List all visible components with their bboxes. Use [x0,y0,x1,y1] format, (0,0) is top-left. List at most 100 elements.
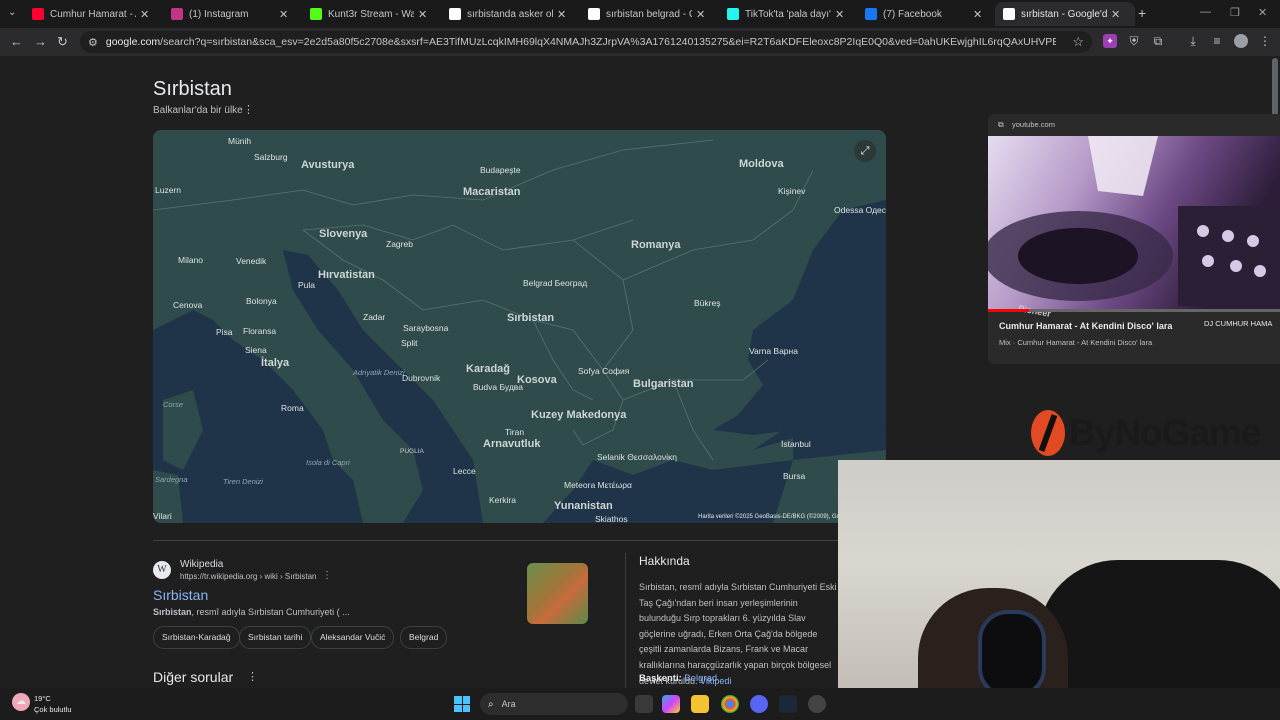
tab-close-icon[interactable]: ✕ [418,8,427,21]
map-place-label[interactable]: Odessa Одеса [834,205,886,215]
map-place-label[interactable]: Saraybosna [403,323,448,333]
bookmark-star-icon[interactable]: ☆ [1072,34,1084,50]
map-place-label[interactable]: İstanbul [781,439,811,449]
map-country-label[interactable]: Yunanistan [554,500,613,512]
map-place-label[interactable]: Luzern [155,185,181,195]
map-country-label[interactable]: Moldova [739,158,784,170]
weather-temperature[interactable]: 19°C [34,694,51,703]
tab-close-icon[interactable]: ✕ [973,8,982,21]
more-options-icon[interactable]: ⋮ [243,103,254,116]
address-bar[interactable]: ⚙ google.com/search?q=sırbistan&sca_esv=… [80,31,1092,53]
map-place-label[interactable]: Milano [178,255,203,265]
forward-icon[interactable]: → [34,34,47,49]
map-place-label[interactable]: Skiathos [595,514,628,523]
download-icon[interactable]: ⤓ [1186,34,1200,48]
tab-close-icon[interactable]: ✕ [1111,8,1120,21]
map-place-label[interactable]: Split [401,338,418,348]
map-place-label[interactable]: Sofya София [578,366,629,376]
wiki-site-name[interactable]: Wikipedia [180,559,223,570]
reload-icon[interactable]: ↻ [57,34,68,50]
tab-close-icon[interactable]: ✕ [835,8,844,21]
map-place-label[interactable]: Pisa [216,327,233,337]
map-place-label[interactable]: Corse [163,400,183,409]
map-panel[interactable]: Avusturya Macaristan Moldova Slovenya Hırvat… [153,130,886,523]
map-place-label[interactable]: Varna Варна [749,346,798,356]
map-country-label[interactable]: Avusturya [301,159,354,171]
map-country-label[interactable]: Arnavutluk [483,438,540,450]
tab[interactable]: sırbistan belgrad - Google ✕ [580,2,720,26]
shield-icon[interactable]: ⛨ [1127,34,1141,48]
obs-icon[interactable] [808,695,826,713]
map-country-label[interactable]: Macaristan [463,186,520,198]
people-also-more-icon[interactable]: ⋮ [247,670,258,683]
map-place-label[interactable]: Bursa [783,471,805,481]
map-place-label[interactable]: Salzburg [254,152,288,162]
expand-map-icon[interactable]: ⤢ [854,140,876,162]
map-place-label[interactable]: Bükreş [694,298,720,308]
new-tab-button[interactable]: + [1138,5,1146,21]
map-place-label[interactable]: Floransa [243,326,276,336]
map-place-label[interactable]: Münih [228,136,251,146]
wiki-result-title[interactable]: Sırbistan [153,587,208,603]
map-place-label[interactable]: Vilari [153,511,172,521]
menu-kebab-icon[interactable]: ⋮ [1258,34,1272,48]
map-place-label[interactable]: Bolonya [246,296,277,306]
tab[interactable]: (7) Facebook ✕ [857,2,997,26]
map-country-label[interactable]: Bulgaristan [633,378,694,390]
map-place-label[interactable]: Budapeşte [480,165,521,175]
tab-close-icon[interactable]: ✕ [140,8,149,21]
copilot-icon[interactable] [662,695,680,713]
taskbar-search[interactable]: ⌕ Ara [480,693,628,715]
chrome-icon[interactable] [721,695,739,713]
tab-close-icon[interactable]: ✕ [696,8,705,21]
tab[interactable]: Cumhur Hamarat - At K ✕ [24,2,164,26]
map-place-label[interactable]: Tiren Denizi [223,477,263,486]
youtube-video-title[interactable]: Cumhur Hamarat - At Kendini Disco' lara [999,321,1172,331]
map-place-label[interactable]: Siena [245,345,267,355]
minimize-icon[interactable]: — [1200,6,1211,18]
tab-close-icon[interactable]: ✕ [279,8,288,21]
tab[interactable]: sırbistan - Google'da Ara ✕ [995,2,1135,26]
capital-link[interactable]: Belgrad [684,673,717,684]
site-info-icon[interactable]: ⚙ [88,36,98,49]
tab-close-icon[interactable]: ✕ [557,8,566,21]
weather-description[interactable]: Çok bulutlu [34,705,72,714]
related-search-chip[interactable]: Sırbistan-Karadağ [153,626,240,649]
tab[interactable]: Kunt3r Stream - Watch Li ✕ [302,2,442,26]
steam-icon[interactable] [779,695,797,713]
youtube-hover-card[interactable]: ⧉ youtube.com Pioneer DJ CUMHUR HAMA Cum… [988,114,1280,364]
map-place-label[interactable]: Zagreb [386,239,413,249]
map-place-label[interactable]: Selanik Θεσσαλονίκη [597,452,677,462]
map-country-label[interactable]: Kuzey Makedonya [531,409,626,421]
result-more-icon[interactable]: ⋮ [322,570,332,581]
tab[interactable]: (1) Instagram ✕ [163,2,303,26]
map-country-label[interactable]: Romanya [631,239,681,251]
map-place-label[interactable]: Venedik [236,256,266,266]
extensions-puzzle-icon[interactable]: ⧉ [1151,34,1165,48]
map-place-label[interactable]: Lecce [453,466,476,476]
map-place-label[interactable]: Isola di Capri [306,458,350,467]
back-icon[interactable]: ← [10,34,23,49]
tab-search-icon[interactable]: ⌄ [8,7,16,18]
map-place-label[interactable]: PUGLIA [400,448,424,455]
map-place-label[interactable]: Zadar [363,312,385,322]
map-place-label[interactable]: Dubrovnik [402,373,440,383]
url-text[interactable]: google.com/search?q=sırbistan&sca_esv=2e… [106,36,1056,48]
youtube-video-thumbnail[interactable]: Pioneer DJ CUMHUR HAMA [988,136,1280,328]
media-control-icon[interactable]: ≡ [1210,34,1224,48]
close-window-icon[interactable]: ✕ [1258,6,1267,19]
map-country-label[interactable]: Hırvatistan [318,269,375,281]
start-windows-icon[interactable] [454,696,470,712]
related-search-chip[interactable]: Sırbistan tarihi [239,626,312,649]
wiki-thumbnail-map[interactable] [527,563,588,624]
map-place-label[interactable]: Meteora Μετέωρα [564,480,632,490]
map-place-label[interactable]: Kişinev [778,186,805,196]
map-place-label[interactable]: Adriyatik Denizi [353,368,405,377]
map-place-label[interactable]: Cenova [173,300,202,310]
task-view-icon[interactable] [635,695,653,713]
map-place-label[interactable]: Kerkira [489,495,516,505]
related-search-chip[interactable]: Aleksandar Vučić [311,626,395,649]
map-place-label[interactable]: Roma [281,403,304,413]
tab[interactable]: sırbistanda asker olmak z ✕ [441,2,581,26]
wiki-url[interactable]: https://tr.wikipedia.org › wiki › Sırbis… [180,572,317,581]
